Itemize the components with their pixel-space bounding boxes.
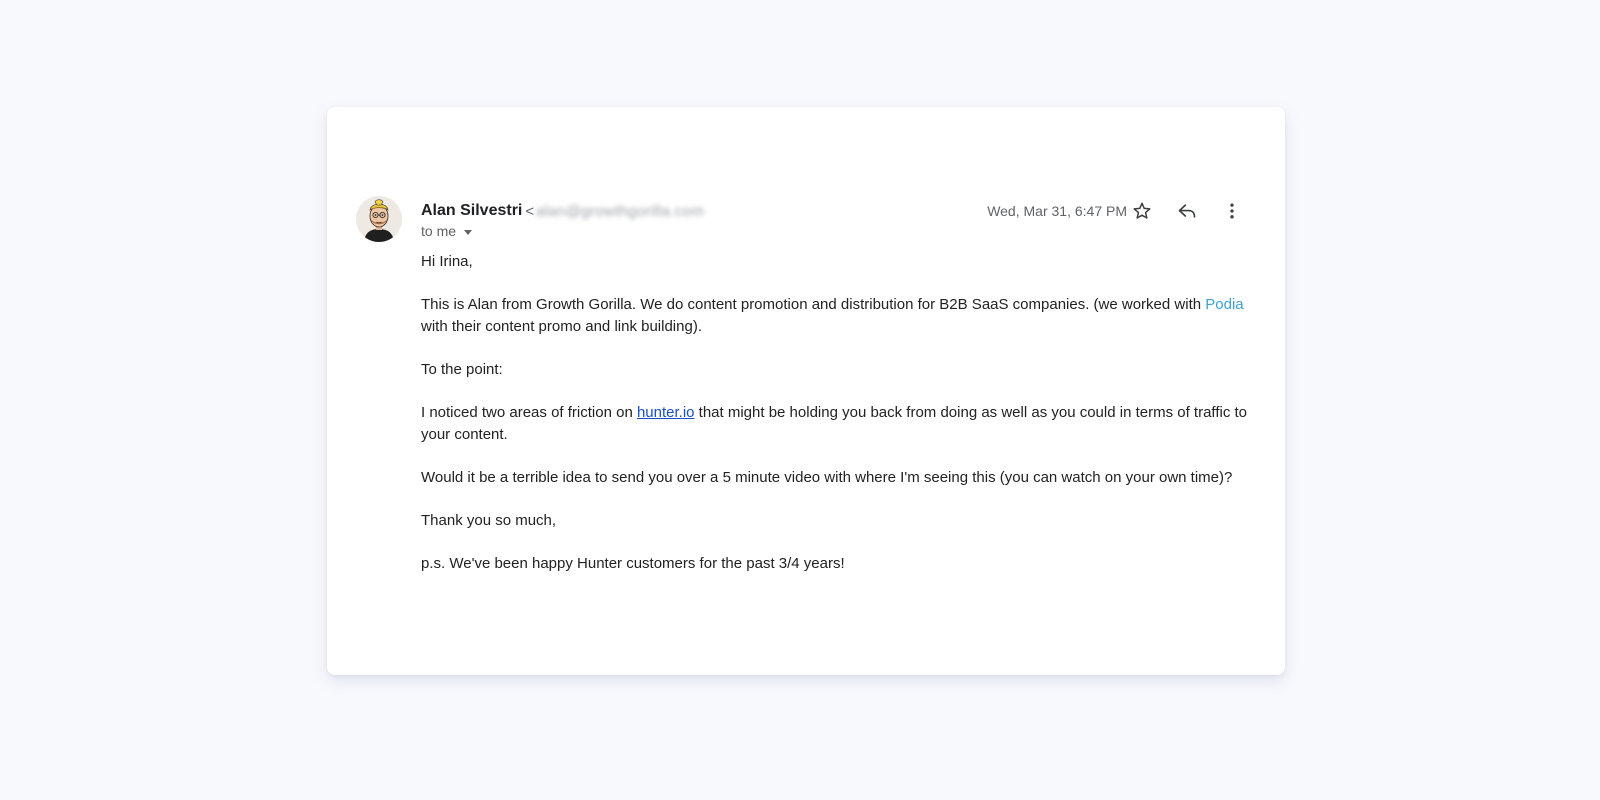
paragraph-friction-text-1: I noticed two areas of friction on xyxy=(421,404,637,421)
recipient-line[interactable]: to me xyxy=(421,221,473,241)
paragraph-intro-text-2: with their content promo and link buildi… xyxy=(421,318,702,335)
paragraph-intro-text-1: This is Alan from Growth Gorilla. We do … xyxy=(421,296,1206,313)
chevron-down-icon[interactable] xyxy=(464,229,473,235)
sender-avatar[interactable] xyxy=(356,196,402,242)
paragraph-intro: This is Alan from Growth Gorilla. We do … xyxy=(421,294,1251,338)
sender-line: Alan Silvestri < alan@growthgorilla.com xyxy=(421,199,704,223)
hunter-link[interactable]: hunter.io xyxy=(637,404,695,421)
recipient-label: to me xyxy=(421,223,457,239)
avatar-illustration xyxy=(356,196,402,242)
reply-button[interactable] xyxy=(1175,199,1199,223)
paragraph-point: To the point: xyxy=(421,361,503,378)
email-card: Alan Silvestri < alan@growthgorilla.com t… xyxy=(327,107,1285,675)
sender-name[interactable]: Alan Silvestri xyxy=(421,202,522,220)
more-vert-icon xyxy=(1230,203,1234,219)
email-bracket: < xyxy=(525,202,535,220)
email-body: Hi Irina, This is Alan from Growth Goril… xyxy=(421,251,1251,596)
paragraph-signoff: Thank you so much, xyxy=(421,512,557,529)
paragraph-video: Would it be a terrible idea to send you … xyxy=(421,469,1233,486)
paragraph-ps: p.s. We've been happy Hunter customers f… xyxy=(421,555,845,572)
email-date: Wed, Mar 31, 6:47 PM xyxy=(987,203,1127,219)
greeting: Hi Irina, xyxy=(421,253,473,270)
paragraph-friction: I noticed two areas of friction on hunte… xyxy=(421,402,1251,446)
more-options-button[interactable] xyxy=(1220,199,1244,223)
sender-email: < alan@growthgorilla.com xyxy=(525,203,704,220)
star-button[interactable] xyxy=(1130,199,1154,223)
sender-email-redacted: alan@growthgorilla.com xyxy=(536,202,704,220)
star-icon xyxy=(1133,202,1151,219)
podia-link[interactable]: Podia xyxy=(1205,296,1243,313)
reply-icon xyxy=(1178,204,1196,218)
